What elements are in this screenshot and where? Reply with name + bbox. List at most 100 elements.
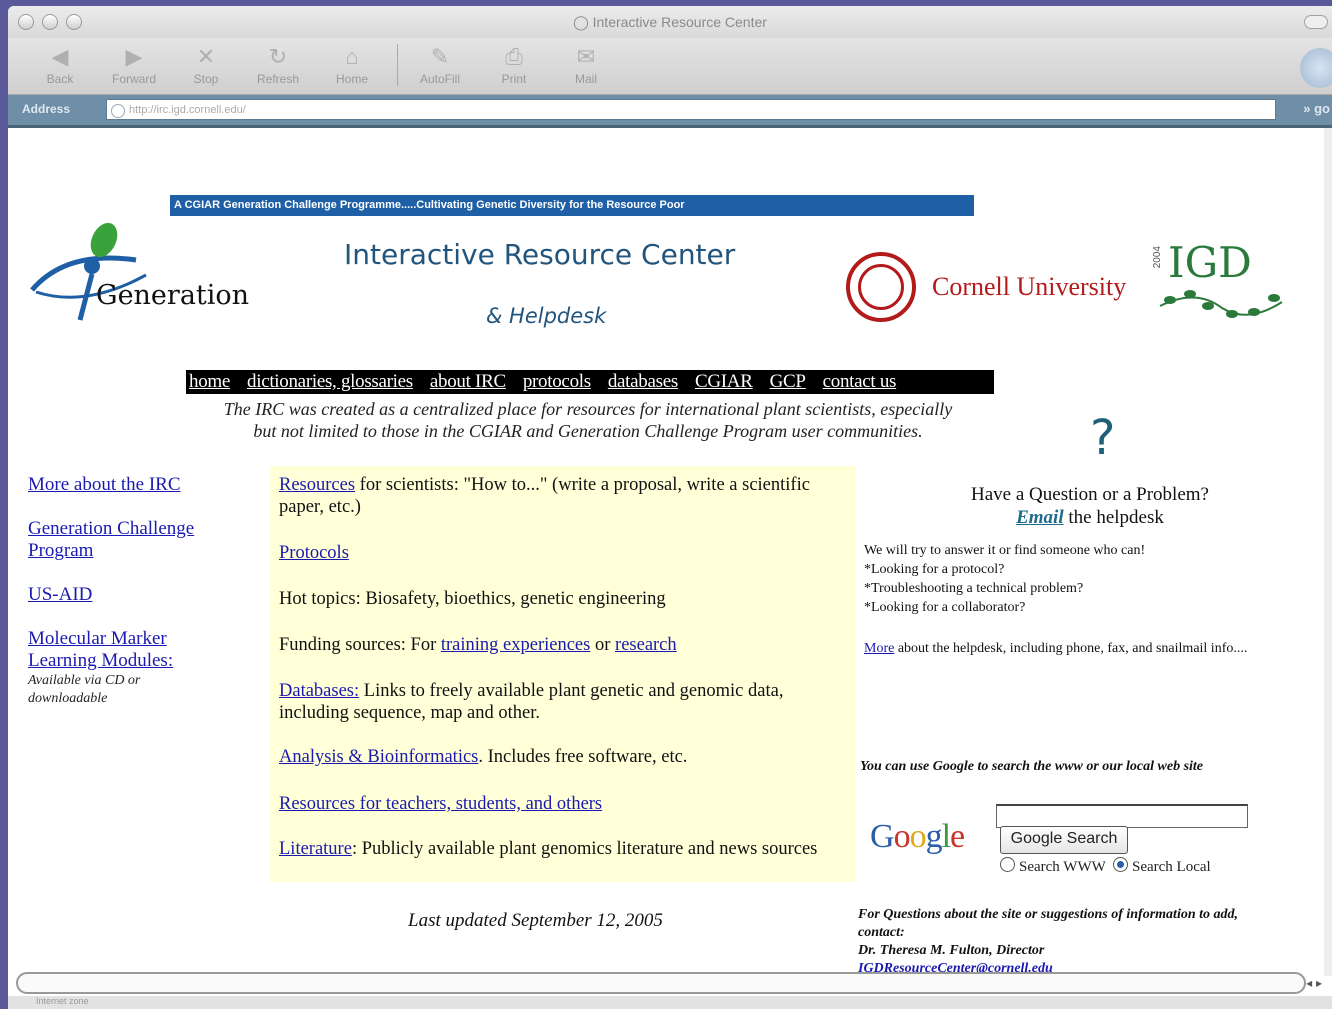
address-url: http://irc.igd.cornell.edu/ [129, 104, 246, 116]
resource-item: Databases: Links to freely available pla… [279, 680, 839, 724]
home-icon: ⌂ [345, 44, 359, 69]
molecular-marker-note-1: Available via CD or [28, 673, 141, 688]
resource-item: Resources for scientists: "How to..." (w… [279, 474, 839, 518]
resources-panel: Resources for scientists: "How to..." (w… [270, 466, 856, 882]
title-bar: ◯ Interactive Resource Center [8, 6, 1332, 39]
address-input[interactable]: http://irc.igd.cornell.edu/ [106, 99, 1276, 120]
igd-vertical-text: 2004 [1152, 246, 1163, 269]
window-title: ◯ Interactive Resource Center [8, 14, 1332, 31]
refresh-button[interactable]: ↻ Refresh [248, 42, 308, 86]
page-title: Interactive Resource Center [344, 238, 736, 271]
link-research[interactable]: research [615, 635, 677, 655]
generation-logo-text: Generation [96, 280, 250, 311]
helpdesk-try-text: We will try to answer it or find someone… [864, 543, 1146, 558]
autofill-button[interactable]: ✎ AutoFill [410, 42, 470, 86]
generation-logo[interactable]: Generation [26, 220, 266, 330]
page-favicon-icon [111, 104, 125, 118]
search-www-radio[interactable] [1000, 857, 1015, 872]
main-nav: home dictionaries, glossaries about IRC … [186, 370, 994, 394]
link-email-helpdesk[interactable]: Email [1016, 507, 1064, 528]
nav-home[interactable]: home [189, 371, 230, 392]
contact-name: Dr. Theresa M. Fulton, Director [858, 943, 1045, 958]
go-button[interactable]: » go [1303, 101, 1330, 116]
stop-x-icon: ✕ [196, 44, 216, 69]
nav-protocols[interactable]: protocols [523, 371, 591, 392]
status-bar: Internet zone [8, 996, 1332, 1009]
home-button[interactable]: ⌂ Home [322, 42, 382, 86]
search-scope-options: Search WWW Search Local [1000, 857, 1211, 876]
google-logo[interactable]: Google [870, 818, 965, 856]
home-label: Home [335, 72, 368, 86]
igd-leaves-icon [1159, 290, 1283, 318]
nav-gcp[interactable]: GCP [770, 371, 806, 392]
page-subtitle: & Helpdesk [486, 304, 607, 328]
address-bar: Address http://irc.igd.cornell.edu/ » go [8, 95, 1332, 128]
cornell-seal-icon[interactable] [846, 252, 916, 322]
link-gcp-line-1[interactable]: Generation Challenge [28, 518, 268, 540]
link-resources-teachers[interactable]: Resources for teachers, students, and ot… [279, 794, 602, 814]
nav-contact-us[interactable]: contact us [823, 371, 897, 392]
toolbar-separator [397, 44, 398, 86]
helpdesk-more: More about the helpdesk, including phone… [864, 639, 1314, 658]
cornell-logo-text[interactable]: Cornell University [932, 272, 1126, 302]
google-search-button[interactable]: Google Search [1000, 826, 1128, 854]
helpdesk-bullet: *Looking for a protocol? [864, 562, 1005, 577]
vertical-scrollbar[interactable] [1324, 128, 1332, 976]
link-molecular-marker-line-1[interactable]: Molecular Marker [28, 628, 268, 650]
back-button[interactable]: ◀ Back [30, 42, 90, 86]
refresh-icon: ↻ [268, 44, 288, 69]
intro-line-2: but not limited to those in the CGIAR an… [253, 421, 923, 441]
address-label: Address [22, 102, 71, 116]
search-local-radio[interactable] [1113, 857, 1128, 872]
question-mark-icon: ? [1090, 410, 1116, 466]
link-training-experiences[interactable]: training experiences [441, 635, 590, 655]
cgiar-banner: A CGIAR Generation Challenge Programme..… [170, 195, 974, 216]
molecular-marker-note-2: downloadable [28, 691, 108, 706]
mail-label: Mail [574, 72, 597, 86]
helpdesk-question-line: Have a Question or a Problem? [971, 484, 1209, 505]
resource-text: Funding sources: For [279, 635, 441, 655]
print-button[interactable]: ⎙ Print [484, 42, 544, 86]
google-search-input[interactable] [996, 804, 1248, 828]
google-search-note: You can use Google to search the www or … [860, 759, 1204, 774]
browser-toolbar: ◀ Back ▶ Forward ✕ Stop ↻ Refresh ⌂ Home ✎ Aut… [8, 38, 1332, 95]
link-literature[interactable]: Literature [279, 839, 352, 859]
last-updated: Last updated September 12, 2005 [408, 910, 663, 931]
link-more-about-irc[interactable]: More about the IRC [28, 474, 268, 496]
nav-databases[interactable]: databases [608, 371, 678, 392]
intro-text: The IRC was created as a centralized pla… [158, 398, 1018, 442]
link-molecular-marker-line-2[interactable]: Learning Modules: [28, 650, 268, 672]
resource-item: Hot topics: Biosafety, bioethics, geneti… [279, 588, 839, 610]
resource-item: Literature: Publicly available plant gen… [279, 838, 839, 860]
mail-icon: ✉ [576, 44, 596, 69]
mail-button[interactable]: ✉ Mail [556, 42, 616, 86]
toolbar-toggle-button[interactable] [1304, 15, 1328, 29]
helpdesk-try: We will try to answer it or find someone… [864, 541, 1314, 617]
link-more-helpdesk[interactable]: More [864, 641, 894, 656]
link-databases[interactable]: Databases: [279, 681, 359, 701]
contact-line: contact: [858, 925, 905, 940]
resource-text: Hot topics: Biosafety, bioethics, geneti… [279, 589, 666, 609]
browser-window: ◯ Interactive Resource Center ◀ Back ▶ For… [8, 6, 1332, 1009]
link-protocols[interactable]: Protocols [279, 543, 349, 563]
horizontal-scrollbar[interactable] [16, 972, 1306, 994]
page-content: A CGIAR Generation Challenge Programme..… [8, 128, 1324, 976]
print-label: Print [501, 72, 527, 86]
forward-arrow-icon: ▶ [125, 44, 143, 69]
link-gcp-line-2[interactable]: Program [28, 540, 268, 562]
scroll-arrows-icon[interactable]: ◂ ▸ [1306, 976, 1322, 990]
helpdesk-bullet: *Troubleshooting a technical problem? [864, 581, 1084, 596]
contact-line: For Questions about the site or suggesti… [858, 907, 1239, 922]
nav-dictionaries[interactable]: dictionaries, glossaries [247, 371, 413, 392]
forward-button[interactable]: ▶ Forward [104, 42, 164, 86]
stop-label: Stop [193, 72, 219, 86]
search-local-label: Search Local [1132, 859, 1211, 875]
nav-about-irc[interactable]: about IRC [430, 371, 506, 392]
resource-item: Funding sources: For training experience… [279, 634, 839, 656]
stop-button[interactable]: ✕ Stop [176, 42, 236, 86]
link-us-aid[interactable]: US-AID [28, 584, 268, 606]
refresh-label: Refresh [256, 72, 300, 86]
nav-cgiar[interactable]: CGIAR [695, 371, 753, 392]
link-analysis-bioinformatics[interactable]: Analysis & Bioinformatics [279, 747, 478, 767]
link-resources[interactable]: Resources [279, 475, 355, 495]
